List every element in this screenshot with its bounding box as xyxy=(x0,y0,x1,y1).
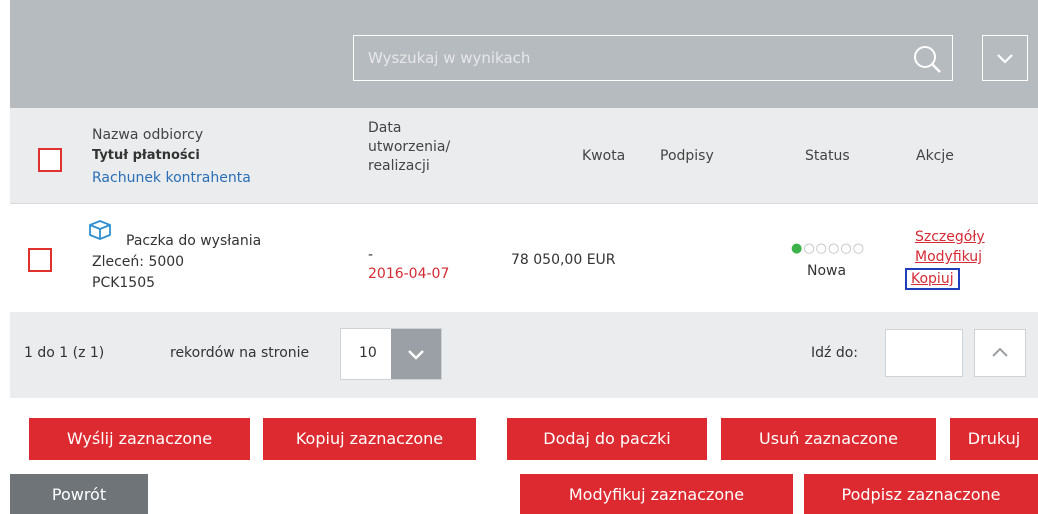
goto-page-input[interactable] xyxy=(885,329,963,377)
row-checkbox[interactable] xyxy=(28,248,52,272)
header-actions: Akcje xyxy=(916,148,954,164)
toolbar xyxy=(10,0,1038,108)
table-row: Paczka do wysłania Zleceń: 5000 PCK1505 … xyxy=(10,208,1038,312)
select-all-checkbox[interactable] xyxy=(38,148,62,172)
chevron-down-icon[interactable] xyxy=(391,329,441,379)
delete-selected-button[interactable]: Usuń zaznaczone xyxy=(721,418,936,460)
expand-filters-button[interactable] xyxy=(982,35,1028,81)
package-icon xyxy=(88,219,112,245)
header-payment-title[interactable]: Tytuł płatności xyxy=(92,147,200,165)
header-counterparty-account[interactable]: Rachunek kontrahenta xyxy=(92,169,251,187)
row-orders: Zleceń: 5000 xyxy=(92,254,185,270)
chevron-up-icon xyxy=(992,347,1008,357)
row-name[interactable]: Paczka do wysłania xyxy=(126,232,261,251)
records-range: 1 do 1 (z 1) xyxy=(24,345,105,361)
table-header: Nazwa odbiorcy Tytuł płatności Rachunek … xyxy=(10,108,1038,204)
search-box xyxy=(353,35,953,81)
header-recipient[interactable]: Nazwa odbiorcy xyxy=(92,126,203,144)
header-amount[interactable]: Kwota xyxy=(582,147,625,165)
per-page-select[interactable]: 10 xyxy=(340,328,442,380)
chevron-down-icon xyxy=(997,54,1013,64)
modify-link[interactable]: Modyfikuj xyxy=(915,249,982,265)
search-icon[interactable] xyxy=(910,42,944,76)
copy-link[interactable]: Kopiuj xyxy=(905,268,960,290)
copy-selected-button[interactable]: Kopiuj zaznaczone xyxy=(263,418,476,460)
back-button[interactable]: Powrót xyxy=(10,474,148,514)
details-link[interactable]: Szczegóły xyxy=(915,229,985,245)
search-input[interactable] xyxy=(354,36,894,80)
header-date-2[interactable]: utworzenia/ xyxy=(368,138,450,156)
header-date-1[interactable]: Data xyxy=(368,119,401,137)
modify-selected-button[interactable]: Modyfikuj zaznaczone xyxy=(520,474,793,514)
print-button[interactable]: Drukuj xyxy=(950,418,1038,460)
per-page-value: 10 xyxy=(359,345,377,361)
goto-label: Idź do: xyxy=(811,345,858,361)
send-selected-button[interactable]: Wyślij zaznaczone xyxy=(29,418,250,460)
row-date-exec: 2016-04-07 xyxy=(368,266,450,282)
row-date-created: - xyxy=(368,247,374,263)
header-status[interactable]: Status xyxy=(805,147,850,165)
row-code: PCK1505 xyxy=(92,275,156,291)
add-to-package-button[interactable]: Dodaj do paczki xyxy=(507,418,707,460)
pagination: 1 do 1 (z 1) rekordów na stronie 10 Idź … xyxy=(10,312,1038,398)
scroll-top-button[interactable] xyxy=(974,329,1026,377)
status-progress-dots: ●○○○○○ xyxy=(791,241,866,256)
header-signatures: Podpisy xyxy=(660,148,714,164)
row-status: Nowa xyxy=(807,263,847,279)
header-date-3[interactable]: realizacji xyxy=(368,157,430,175)
sign-selected-button[interactable]: Podpisz zaznaczone xyxy=(804,474,1038,514)
row-amount: 78 050,00 EUR xyxy=(511,252,616,268)
per-page-label: rekordów na stronie xyxy=(170,345,310,361)
